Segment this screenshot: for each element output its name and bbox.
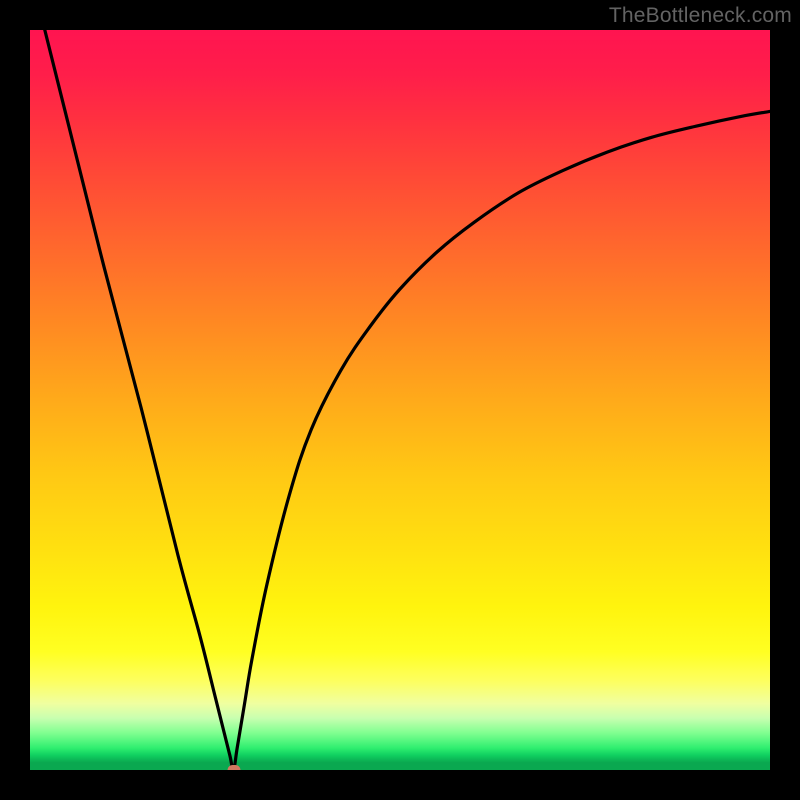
optimal-point-marker xyxy=(227,765,240,770)
watermark-text: TheBottleneck.com xyxy=(609,4,792,28)
bottleneck-curve xyxy=(45,30,770,770)
curve-svg xyxy=(30,30,770,770)
chart-frame: TheBottleneck.com xyxy=(0,0,800,800)
plot-area xyxy=(30,30,770,770)
